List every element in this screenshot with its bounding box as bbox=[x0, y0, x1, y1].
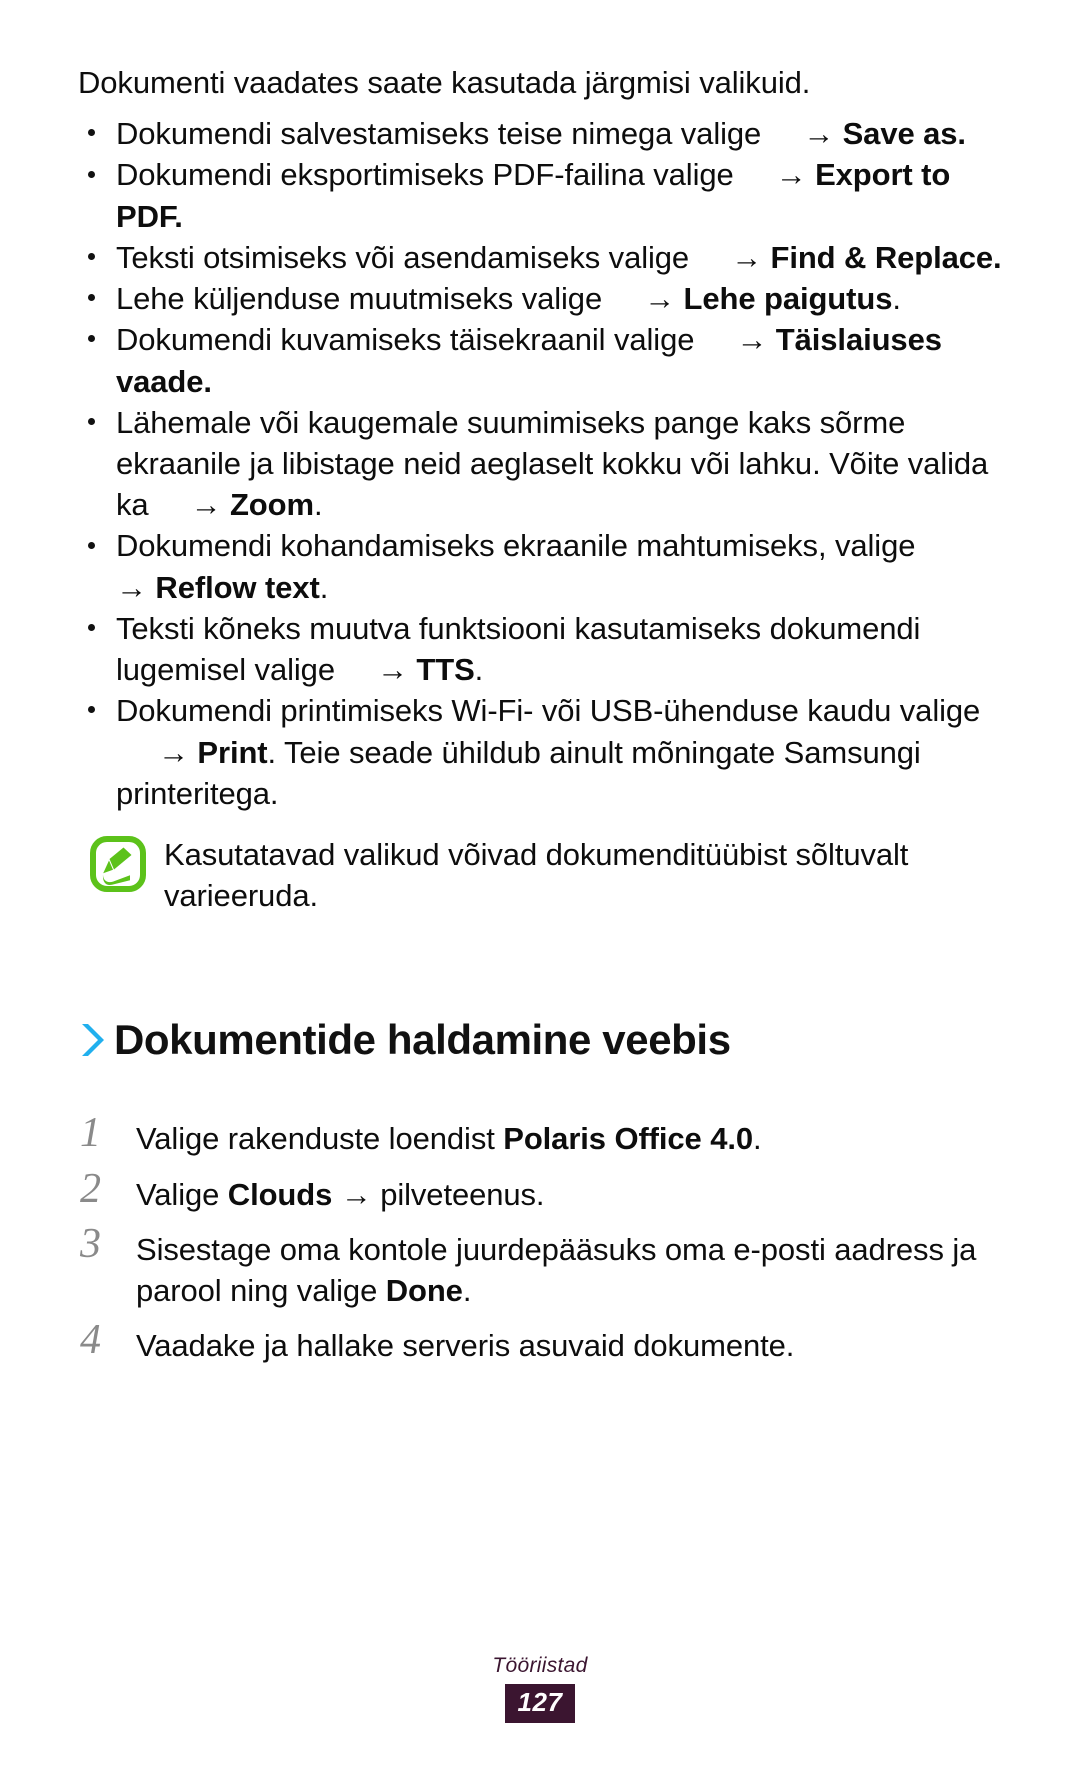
bullet-tail-text: . bbox=[313, 487, 323, 523]
step-number: 3 bbox=[80, 1220, 101, 1267]
samsung-note-pen-icon bbox=[90, 835, 146, 892]
bullet-tail-text: . bbox=[957, 116, 966, 152]
list-item: Dokumendi salvestamiseks teise nimega va… bbox=[78, 113, 1002, 154]
list-item: Dokumendi kohandamiseks ekraanile mahtum… bbox=[78, 525, 1002, 607]
page-number-badge: 127 bbox=[504, 1684, 576, 1723]
arrow-glyph: → bbox=[731, 239, 762, 275]
list-item: Teksti otsimiseks või asendamiseks valig… bbox=[78, 237, 1002, 278]
list-item: Lähemale või kaugemale suumimiseks pange… bbox=[78, 402, 1002, 526]
bullet-bold-text: Zoom bbox=[229, 487, 314, 523]
bullet-bold-text: Save as bbox=[842, 116, 958, 152]
bullet-tail-text: . bbox=[474, 652, 484, 688]
bullet-lead-text: Lehe küljenduse muutmiseks valige bbox=[116, 281, 603, 317]
note-text: Kasutatavad valikud võivad dokumenditüüb… bbox=[164, 836, 909, 914]
step-number: 2 bbox=[80, 1165, 101, 1212]
arrow-glyph: → bbox=[116, 569, 147, 605]
bullet-tail-text: . bbox=[892, 281, 901, 317]
arrow-glyph: → bbox=[158, 734, 189, 770]
bullet-dot-icon bbox=[88, 170, 95, 178]
manual-page: Dokumenti vaadates saate kasutada järgmi… bbox=[0, 0, 1080, 1771]
bullet-tail-text: . bbox=[993, 239, 1002, 275]
arrow-glyph: → bbox=[736, 322, 768, 358]
list-item: Dokumendi kuvamiseks täisekraanil valige… bbox=[78, 319, 1002, 401]
bullet-dot-icon bbox=[88, 294, 95, 302]
step-bold-text: Clouds bbox=[227, 1176, 333, 1212]
step-arrow-glyph: → bbox=[332, 1176, 381, 1212]
step-bold-text: Done bbox=[385, 1272, 463, 1308]
bullet-dot-icon bbox=[88, 252, 95, 260]
bullet-lead-text: Teksti otsimiseks või asendamiseks valig… bbox=[116, 239, 690, 275]
list-item: 3 Sisestage oma kontole juurdepääsuks oma… bbox=[78, 1223, 1002, 1311]
step-lead-text: Valige rakenduste loendist bbox=[136, 1121, 504, 1157]
bullet-lead-text: Dokumendi kohandamiseks ekraanile mahtum… bbox=[116, 528, 916, 564]
step-lead-text: Valige bbox=[136, 1176, 228, 1212]
bullet-bold-text: TTS bbox=[416, 652, 475, 688]
bullet-dot-icon bbox=[88, 541, 95, 549]
page-title: Dokumentide haldamine veebis bbox=[114, 1016, 731, 1064]
list-item: 1 Valige rakenduste loendist Polaris Offi… bbox=[78, 1112, 1002, 1159]
chevron-right-icon bbox=[78, 1020, 104, 1060]
bullet-dot-icon bbox=[88, 129, 95, 137]
options-bullet-list: Dokumendi salvestamiseks teise nimega va… bbox=[78, 113, 1002, 814]
bullet-tail-text: . bbox=[174, 198, 183, 234]
bullet-dot-icon bbox=[88, 335, 95, 343]
step-tail-text: pilveteenus. bbox=[380, 1176, 545, 1212]
bullet-tail-text: . bbox=[203, 363, 212, 399]
arrow-glyph: → bbox=[190, 487, 222, 523]
arrow-glyph: → bbox=[644, 281, 675, 317]
steps-list: 1 Valige rakenduste loendist Polaris Offi… bbox=[78, 1112, 1002, 1366]
arrow-glyph: → bbox=[803, 116, 835, 152]
bullet-bold-text: Reflow text bbox=[155, 569, 320, 605]
page-footer: Tööriistad 127 bbox=[0, 1654, 1080, 1723]
bullet-tail-text: . bbox=[319, 569, 329, 605]
list-item: Teksti kõneks muutva funktsiooni kasutam… bbox=[78, 608, 1002, 690]
bullet-lead-text: Dokumendi salvestamiseks teise nimega va… bbox=[116, 116, 762, 152]
list-item: Dokumendi printimiseks Wi-Fi- või USB-üh… bbox=[78, 690, 1002, 814]
step-lead-text: Sisestage oma kontole juurdepääsuks oma … bbox=[136, 1231, 977, 1308]
bullet-dot-icon bbox=[88, 706, 95, 714]
bullet-lead-text: Teksti kõneks muutva funktsiooni kasutam… bbox=[116, 610, 921, 688]
bullet-dot-icon bbox=[88, 417, 95, 425]
note-callout: Kasutatavad valikud võivad dokumenditüüb… bbox=[78, 834, 1002, 916]
list-item: 4 Vaadake ja hallake serveris asuvaid dok… bbox=[78, 1319, 1002, 1366]
arrow-glyph: → bbox=[775, 157, 807, 193]
bullet-lead-text: Dokumendi kuvamiseks täisekraanil valige bbox=[116, 322, 695, 358]
intro-paragraph: Dokumenti vaadates saate kasutada järgmi… bbox=[78, 65, 811, 100]
bullet-lead-text: Dokumendi printimiseks Wi-Fi- või USB-üh… bbox=[116, 693, 981, 729]
bullet-lead-text: Dokumendi eksportimiseks PDF-failina val… bbox=[116, 157, 734, 193]
step-bold-text: Polaris Office 4.0 bbox=[503, 1121, 754, 1157]
bullet-bold-text: Print bbox=[197, 734, 268, 770]
bullet-bold-text: Lehe paigutus bbox=[683, 281, 893, 317]
step-number: 1 bbox=[80, 1110, 101, 1157]
list-item: Dokumendi eksportimiseks PDF-failina val… bbox=[78, 154, 1002, 236]
footer-chapter-label: Tööriistad bbox=[492, 1654, 588, 1678]
bullet-bold-text: Find & Replace bbox=[770, 239, 994, 275]
list-item: 2 Valige Clouds → pilveteenus. bbox=[78, 1168, 1002, 1215]
step-tail-text: . bbox=[462, 1272, 472, 1308]
bullet-dot-icon bbox=[88, 623, 95, 631]
section-heading: Dokumentide haldamine veebis bbox=[78, 982, 1002, 1098]
list-item: Lehe küljenduse muutmiseks valige → Lehe … bbox=[78, 278, 1002, 319]
step-number: 4 bbox=[80, 1317, 101, 1364]
arrow-glyph: → bbox=[376, 652, 408, 688]
step-tail-text: . bbox=[753, 1121, 762, 1157]
step-lead-text: Vaadake ja hallake serveris asuvaid doku… bbox=[136, 1328, 795, 1364]
